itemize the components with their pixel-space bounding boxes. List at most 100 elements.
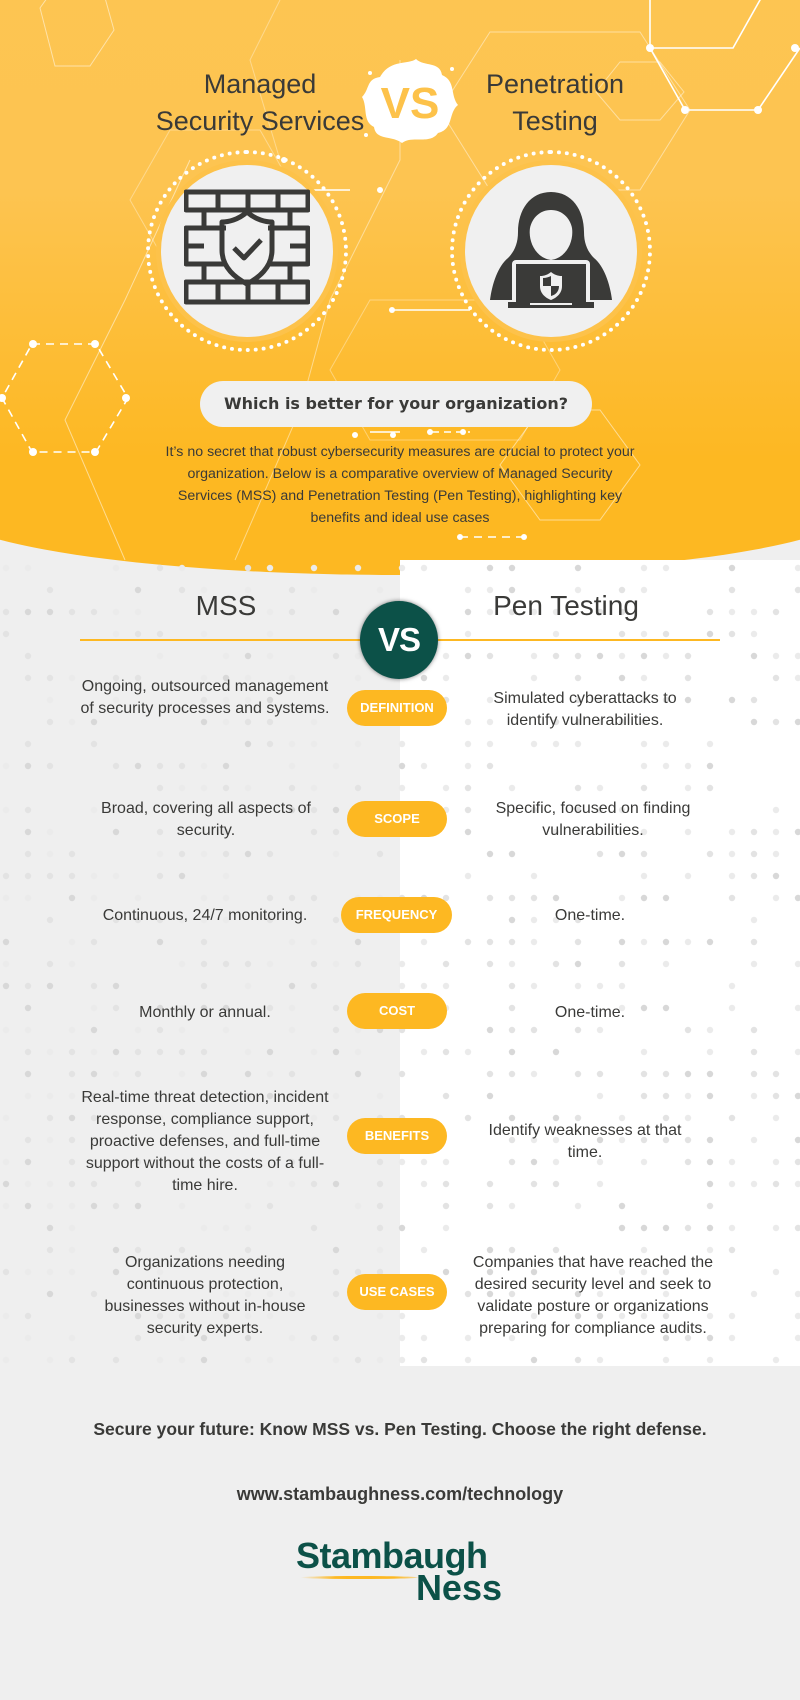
pattern-dot — [24, 1158, 32, 1166]
pattern-dot — [552, 630, 560, 638]
pattern-dot — [178, 1356, 186, 1364]
pattern-dot — [310, 1048, 318, 1056]
pattern-dot — [46, 916, 54, 924]
pattern-dot — [772, 872, 780, 880]
pattern-dot — [486, 850, 494, 858]
pattern-dot — [486, 564, 494, 572]
pattern-dot — [376, 850, 384, 858]
pattern-dot — [684, 1224, 692, 1232]
pattern-dot — [134, 1070, 142, 1078]
pattern-dot — [662, 1224, 670, 1232]
pattern-dot — [618, 1202, 626, 1210]
pattern-dot — [728, 1004, 736, 1012]
pattern-dot — [772, 1092, 780, 1100]
pattern-dot — [728, 1246, 736, 1254]
vs-badge: VS — [360, 601, 438, 679]
pattern-dot — [464, 1048, 472, 1056]
pattern-dot — [486, 938, 494, 946]
pattern-dot — [354, 1356, 362, 1364]
pattern-dot — [662, 938, 670, 946]
pattern-dot — [794, 1048, 800, 1056]
pattern-dot — [728, 850, 736, 858]
pattern-dot — [662, 652, 670, 660]
pattern-dot — [178, 784, 186, 792]
pattern-dot — [772, 1356, 780, 1364]
pattern-dot — [310, 784, 318, 792]
pattern-dot — [420, 1356, 428, 1364]
pattern-dot — [508, 850, 516, 858]
pattern-dot — [684, 938, 692, 946]
pattern-dot — [68, 960, 76, 968]
pattern-dot — [508, 1070, 516, 1078]
pattern-dot — [684, 762, 692, 770]
pattern-dot — [640, 784, 648, 792]
pattern-dot — [2, 1268, 10, 1276]
pattern-dot — [156, 784, 164, 792]
pattern-dot — [354, 1070, 362, 1078]
pattern-dot — [376, 1312, 384, 1320]
pattern-dot — [442, 784, 450, 792]
pattern-dot — [464, 828, 472, 836]
stambaugh-ness-logo[interactable]: Stambaugh Ness — [296, 1538, 506, 1608]
pattern-dot — [46, 696, 54, 704]
pattern-dot — [90, 982, 98, 990]
pattern-dot — [2, 762, 10, 770]
pattern-dot — [442, 960, 450, 968]
pattern-dot — [200, 982, 208, 990]
category-pill: SCOPE — [347, 801, 447, 837]
pattern-dot — [728, 894, 736, 902]
pattern-dot — [134, 1202, 142, 1210]
pattern-dot — [200, 938, 208, 946]
pattern-dot — [794, 718, 800, 726]
pattern-dot — [310, 960, 318, 968]
pattern-dot — [662, 1070, 670, 1078]
pattern-dot — [222, 1224, 230, 1232]
pattern-dot — [332, 1026, 340, 1034]
pattern-dot — [728, 1180, 736, 1188]
pattern-dot — [530, 1070, 538, 1078]
pattern-dot — [728, 630, 736, 638]
pattern-dot — [420, 1246, 428, 1254]
pattern-dot — [706, 1136, 714, 1144]
pattern-dot — [596, 1092, 604, 1100]
pattern-dot — [332, 1004, 340, 1012]
pattern-dot — [24, 806, 32, 814]
pattern-dot — [772, 674, 780, 682]
pattern-dot — [464, 806, 472, 814]
pattern-dot — [244, 564, 252, 572]
pattern-dot — [772, 1158, 780, 1166]
intro-paragraph: It’s no secret that robust cybersecurity… — [165, 444, 635, 526]
pattern-dot — [266, 1048, 274, 1056]
pattern-dot — [244, 960, 252, 968]
pattern-dot — [530, 674, 538, 682]
footer-url-link[interactable]: www.stambaughness.com/technology — [40, 1484, 760, 1505]
mss-title-line2: Security Services — [155, 106, 365, 136]
pattern-dot — [332, 608, 340, 616]
pattern-dot — [68, 1224, 76, 1232]
pattern-dot — [156, 850, 164, 858]
pattern-dot — [750, 630, 758, 638]
pattern-dot — [68, 1136, 76, 1144]
pattern-dot — [618, 894, 626, 902]
pattern-dot — [2, 564, 10, 572]
pattern-dot — [530, 1026, 538, 1034]
pattern-dot — [464, 630, 472, 638]
pattern-dot — [200, 960, 208, 968]
mss-cell: Broad, covering all aspects of security. — [101, 800, 311, 839]
pattern-dot — [574, 652, 582, 660]
pattern-dot — [156, 1026, 164, 1034]
pattern-dot — [728, 828, 736, 836]
pattern-dot — [178, 564, 186, 572]
pattern-dot — [662, 1092, 670, 1100]
pattern-dot — [486, 1092, 494, 1100]
pattern-dot — [46, 872, 54, 880]
pattern-dot — [134, 1026, 142, 1034]
pattern-dot — [640, 872, 648, 880]
mss-title: Managed Security Services — [130, 66, 390, 140]
pattern-dot — [706, 938, 714, 946]
pattern-dot — [794, 1224, 800, 1232]
pattern-dot — [376, 1356, 384, 1364]
pentest-cell: Companies that have reached the desired … — [472, 1254, 714, 1337]
pattern-dot — [596, 982, 604, 990]
pattern-dot — [2, 1158, 10, 1166]
